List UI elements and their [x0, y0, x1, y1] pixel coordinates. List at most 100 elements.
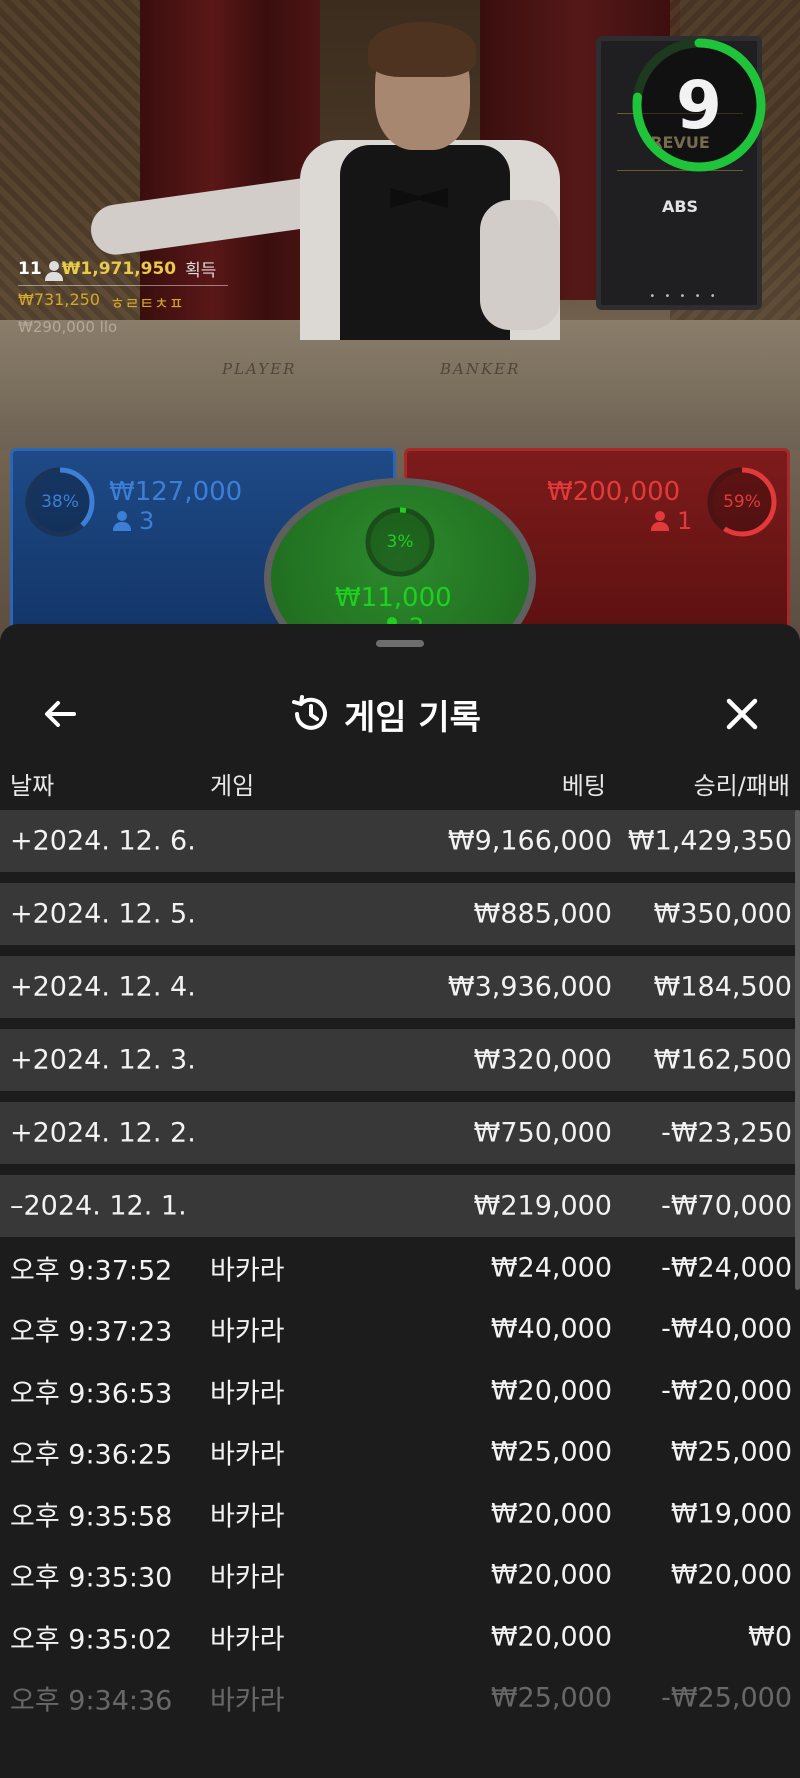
game-row[interactable]: 오후 9:35:58 바카라 ₩20,000 ₩19,000: [0, 1483, 800, 1545]
winners-divider: [18, 285, 228, 286]
row-result: ₩0: [748, 1621, 792, 1653]
row-result: ₩184,500: [653, 971, 792, 1003]
row-result: ₩350,000: [653, 898, 792, 930]
row-game: 바카라: [210, 1501, 285, 1533]
row-bet: ₩25,000: [490, 1436, 612, 1468]
player-bet-amount: ₩127,000: [109, 477, 243, 507]
row-result: -₩70,000: [661, 1190, 792, 1222]
history-scrollbar[interactable]: [795, 810, 800, 1290]
row-game: 바카라: [210, 1624, 285, 1656]
row-game: 바카라: [210, 1255, 285, 1287]
row-result: ₩20,000: [670, 1559, 792, 1591]
date-group-row[interactable]: +2024. 12. 6. ₩9,166,000 ₩1,429,350: [0, 810, 800, 872]
game-row[interactable]: 오후 9:35:02 바카라 ₩20,000 ₩0: [0, 1606, 800, 1668]
row-date: +2024. 12. 3.: [10, 1044, 196, 1076]
row-date: +2024. 12. 5.: [10, 898, 196, 930]
sheet-header: 게임 기록: [0, 664, 800, 764]
game-row[interactable]: 오후 9:37:23 바카라 ₩40,000 -₩40,000: [0, 1299, 800, 1361]
row-date: –2024. 12. 1.: [10, 1190, 187, 1222]
date-group-row[interactable]: +2024. 12. 2. ₩750,000 -₩23,250: [0, 1102, 800, 1164]
banker-percent: 59%: [723, 492, 761, 512]
row-bet: ₩9,166,000: [447, 825, 612, 857]
row-result: ₩25,000: [670, 1436, 792, 1468]
row-bet: ₩3,936,000: [447, 971, 612, 1003]
person-icon: [113, 511, 131, 531]
row-result: -₩24,000: [661, 1252, 792, 1284]
history-icon: [292, 695, 327, 730]
back-button[interactable]: [30, 684, 90, 744]
row-bet: ₩219,000: [473, 1190, 612, 1222]
row-game: 바카라: [210, 1685, 285, 1717]
sheet-drag-handle[interactable]: [376, 640, 424, 647]
row-bet: ₩25,000: [490, 1682, 612, 1714]
sponsor-abs: ABS: [661, 196, 699, 216]
column-header-bet: 베팅: [561, 772, 606, 800]
row-date: +2024. 12. 6.: [10, 825, 196, 857]
player-percent: 38%: [41, 492, 79, 512]
history-list: +2024. 12. 6. ₩9,166,000 ₩1,429,350 +202…: [0, 810, 800, 1729]
sponsor-pager-dots: • • • • •: [649, 291, 719, 302]
row-time: 오후 9:35:02: [10, 1624, 173, 1656]
row-game: 바카라: [210, 1439, 285, 1471]
tie-percent: 3%: [386, 532, 414, 552]
row-date: +2024. 12. 2.: [10, 1117, 196, 1149]
row-result: -₩40,000: [661, 1313, 792, 1345]
row-result: ₩1,429,350: [627, 825, 792, 857]
row-game: 바카라: [210, 1378, 285, 1410]
date-group-row-expanded[interactable]: –2024. 12. 1. ₩219,000 -₩70,000: [0, 1175, 800, 1237]
table-label-player: PLAYER: [222, 360, 297, 378]
next-winner-name: llo: [99, 318, 118, 336]
dealer-arm-right: [480, 200, 560, 330]
row-date: +2024. 12. 4.: [10, 971, 196, 1003]
row-result: -₩23,250: [661, 1117, 792, 1149]
row-bet: ₩320,000: [473, 1044, 612, 1076]
column-header-date: 날짜: [10, 772, 55, 800]
game-row[interactable]: 오후 9:36:53 바카라 ₩20,000 -₩20,000: [0, 1360, 800, 1422]
game-row[interactable]: 오후 9:36:25 바카라 ₩25,000 ₩25,000: [0, 1422, 800, 1484]
game-row[interactable]: 오후 9:34:36 바카라 ₩25,000 -₩25,000: [0, 1668, 800, 1730]
game-row[interactable]: 오후 9:35:30 바카라 ₩20,000 ₩20,000: [0, 1545, 800, 1607]
row-bet: ₩40,000: [490, 1313, 612, 1345]
row-result: ₩19,000: [670, 1498, 792, 1530]
row-result: -₩25,000: [661, 1682, 792, 1714]
close-button[interactable]: [712, 684, 772, 744]
row-game: 바카라: [210, 1316, 285, 1348]
row-time: 오후 9:37:23: [10, 1316, 173, 1348]
date-group-row[interactable]: +2024. 12. 4. ₩3,936,000 ₩184,500: [0, 956, 800, 1018]
sheet-title-text: 게임 기록: [344, 697, 481, 738]
person-icon: [651, 511, 669, 531]
sheet-title: 게임 기록: [290, 688, 481, 740]
column-header-game: 게임: [210, 772, 255, 800]
row-game: 바카라: [210, 1562, 285, 1594]
row-bet: ₩20,000: [490, 1498, 612, 1530]
row-time: 오후 9:37:52: [10, 1255, 173, 1287]
close-icon: [726, 698, 758, 730]
arrow-left-icon: [45, 701, 76, 727]
top-winner-name: ㅎㄹㅌㅊㅍ: [109, 294, 184, 313]
winners-total-label: 획득: [185, 261, 217, 281]
date-group-row[interactable]: +2024. 12. 3. ₩320,000 ₩162,500: [0, 1029, 800, 1091]
table-label-banker: BANKER: [440, 360, 521, 378]
game-history-sheet: 게임 기록 날짜 게임 베팅 승리/패배 +2024. 12. 6. ₩9,16…: [0, 624, 800, 1778]
top-winner-amount: ₩731,250: [18, 290, 100, 309]
player-bettor-count: 3: [139, 507, 155, 535]
date-group-row[interactable]: +2024. 12. 5. ₩885,000 ₩350,000: [0, 883, 800, 945]
row-bet: ₩20,000: [490, 1559, 612, 1591]
row-result: ₩162,500: [653, 1044, 792, 1076]
row-time: 오후 9:35:30: [10, 1562, 173, 1594]
dealer-hair: [368, 22, 476, 77]
next-winner-amount: ₩290,000: [18, 318, 95, 336]
tie-bet-amount: ₩11,000: [335, 583, 452, 613]
person-icon: [44, 261, 63, 281]
winner-count: 11: [18, 258, 42, 279]
row-bet: ₩20,000: [490, 1621, 612, 1653]
game-row[interactable]: 오후 9:37:52 바카라 ₩24,000 -₩24,000: [0, 1237, 800, 1299]
row-bet: ₩24,000: [490, 1252, 612, 1284]
row-bet: ₩885,000: [473, 898, 612, 930]
row-time: 오후 9:36:53: [10, 1378, 173, 1410]
row-result: -₩20,000: [661, 1375, 792, 1407]
row-time: 오후 9:34:36: [10, 1685, 173, 1717]
history-column-headers: 날짜 게임 베팅 승리/패배: [0, 756, 800, 806]
row-time: 오후 9:35:58: [10, 1501, 173, 1533]
column-header-result: 승리/패배: [693, 772, 790, 800]
